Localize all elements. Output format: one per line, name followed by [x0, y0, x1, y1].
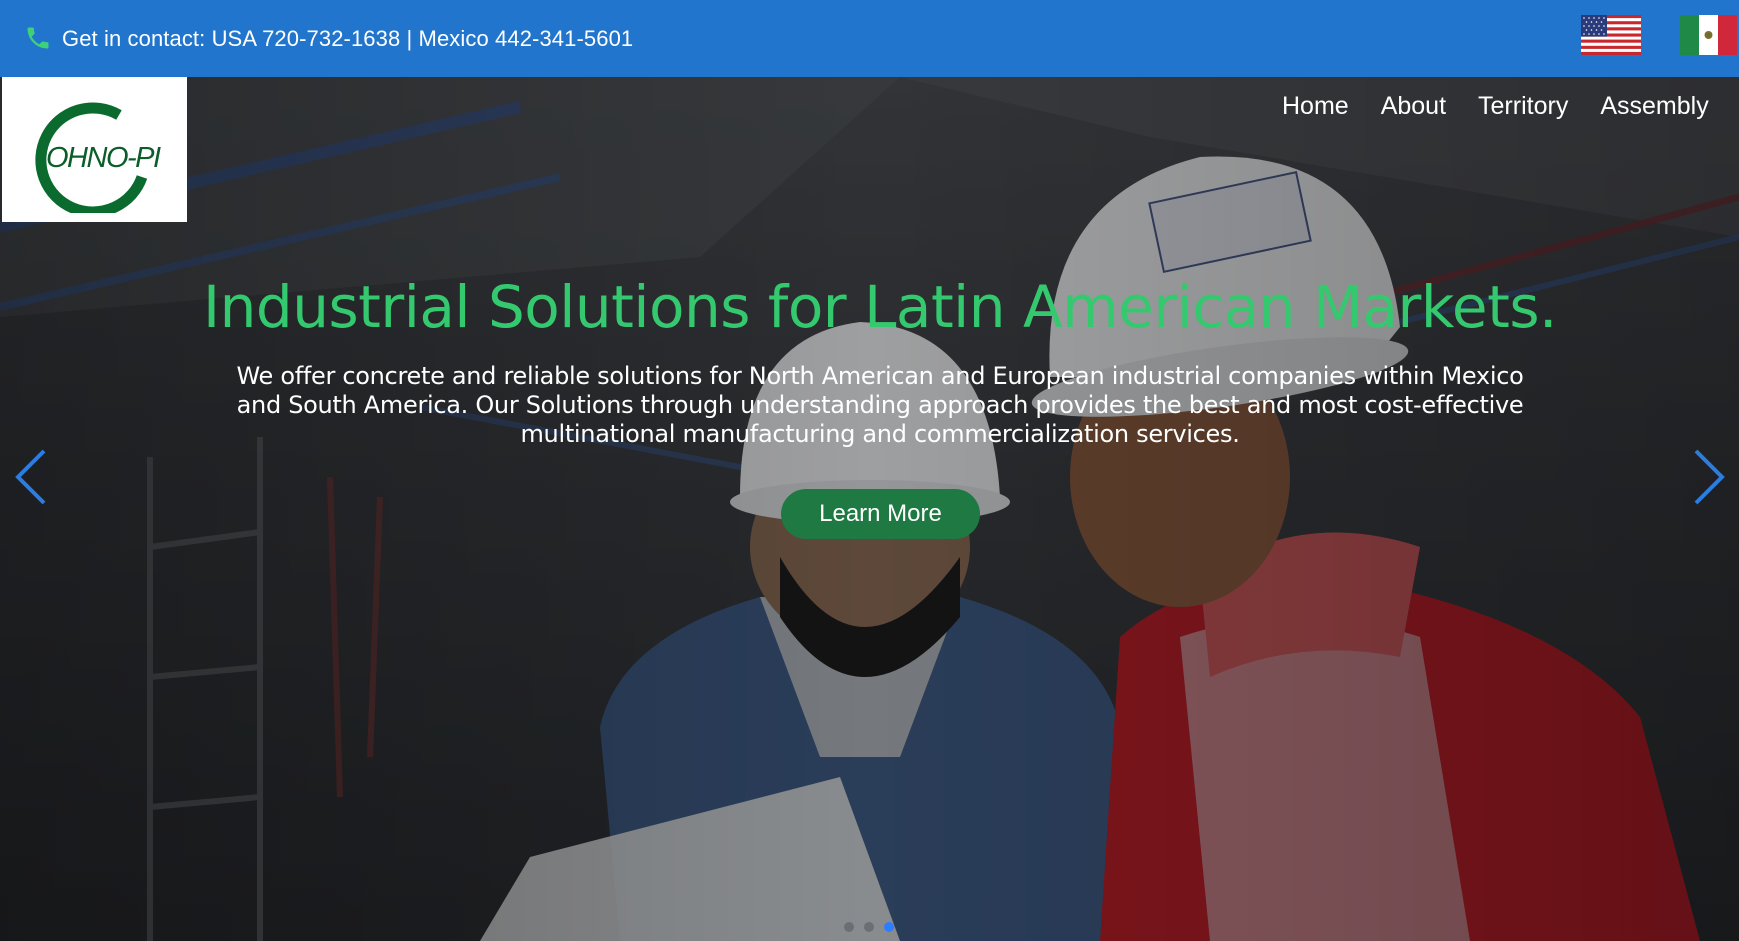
learn-more-button[interactable]: Learn More [781, 489, 980, 539]
logo-text: OHNO-PI [46, 142, 161, 174]
nav-item-territory[interactable]: Territory [1478, 91, 1568, 121]
logo[interactable]: OHNO-PI [2, 77, 187, 222]
phone-icon [27, 27, 49, 49]
contact-bar: Get in contact: USA 720-732-1638 | Mexic… [0, 0, 1739, 77]
slide-indicator-3[interactable] [884, 922, 894, 932]
nav-item-assembly[interactable]: Assembly [1600, 91, 1708, 121]
slide-indicator-1[interactable] [844, 922, 854, 932]
chevron-right-icon[interactable] [1688, 445, 1728, 509]
us-flag-icon[interactable] [1581, 15, 1641, 55]
nav-item-home[interactable]: Home [1282, 91, 1349, 121]
contact-text: Get in contact: USA 720-732-1638 | Mexic… [62, 26, 634, 51]
page: Get in contact: USA 720-732-1638 | Mexic… [0, 0, 1739, 941]
hero-title: Industrial Solutions for Latin American … [203, 273, 1557, 341]
chevron-left-icon[interactable] [12, 445, 52, 509]
slide-indicator-2[interactable] [864, 922, 874, 932]
nav-item-about[interactable]: About [1381, 91, 1446, 121]
ohno-pi-logo: OHNO-PI [35, 102, 163, 213]
hero-description: We offer concrete and reliable solutions… [236, 362, 1524, 448]
hero-slider: OHNO-PI Home About Territory Assembly In… [0, 77, 1739, 941]
slider-indicators [844, 922, 904, 932]
mexico-flag-icon[interactable] [1680, 15, 1737, 55]
main-nav: Home About Territory Assembly [1282, 91, 1739, 121]
